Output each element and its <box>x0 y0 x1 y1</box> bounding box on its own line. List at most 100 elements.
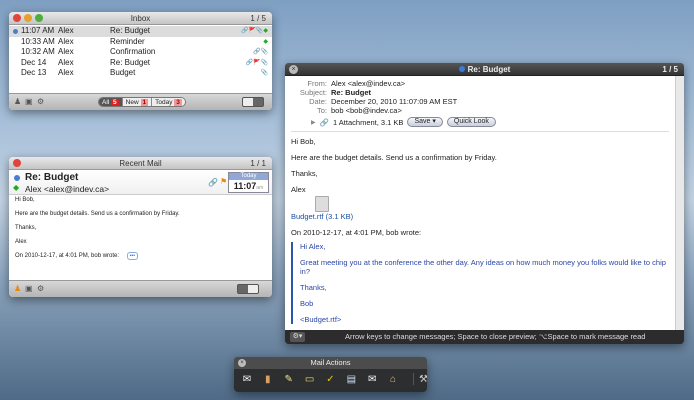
inbox-title: Inbox <box>130 14 151 23</box>
home-icon[interactable]: ⌂ <box>386 373 400 385</box>
mail-actions-titlebar[interactable]: × Mail Actions <box>234 357 427 369</box>
attachment-info: 1 Attachment, 3.1 KB <box>332 117 404 127</box>
mailbox-icon[interactable]: ✉ <box>365 373 379 385</box>
preview-scrollbar[interactable] <box>675 76 684 330</box>
attachment-link[interactable]: Budget.rtf (3.1 KB) <box>291 212 353 221</box>
filter-new[interactable]: New 1 <box>121 98 152 106</box>
quote-line[interactable]: <Budget.rtf> <box>300 315 669 324</box>
new-event-icon[interactable]: ▤ <box>344 373 358 385</box>
close-button[interactable] <box>13 14 21 22</box>
quote-line: Thanks, <box>300 283 327 292</box>
paperclip-icon: 🔗 <box>208 178 218 187</box>
notepad-icon[interactable]: ▮ <box>261 373 275 385</box>
recent-mail-window: Recent Mail 1 / 1 Re: Budget ◆ Alex <ale… <box>9 157 272 297</box>
header-value: bob <bob@indev.ca> <box>331 106 402 115</box>
actions-toolbar: ✉ ▮ ✎ ▭ ✓ ▤ ✉ ⌂ ⚒ <box>234 369 427 385</box>
message-row[interactable]: 10:33 AM Alex Reminder ◆ <box>9 37 272 48</box>
header-row: Subject: Re: Budget <box>293 88 669 97</box>
preview-titlebar[interactable]: × Re: Budget 1 / 5 <box>285 63 684 76</box>
windows-icon[interactable]: ▣ <box>25 97 33 106</box>
message-time: 10:32 AM <box>21 47 55 56</box>
close-icon[interactable]: × <box>238 359 246 367</box>
view-toggle[interactable] <box>237 284 259 294</box>
message-row[interactable]: Dec 13 Alex Budget 📎 <box>9 68 272 79</box>
message-subject: Re: Budget <box>110 57 151 67</box>
compose-note-icon[interactable]: ✎ <box>282 373 296 385</box>
quote-line: Great meeting you at the conference the … <box>300 258 666 276</box>
green-diamond-icon: ◆ <box>13 183 20 192</box>
zoom-button[interactable] <box>35 14 43 22</box>
date-badge: Today 11:07am <box>228 172 269 193</box>
body-line: Here are the budget details. Send us a c… <box>15 211 180 217</box>
unread-dot-icon <box>12 28 18 34</box>
quoted-message: Hi Alex, Great meeting you at the confer… <box>291 242 669 324</box>
preview-count: 1 / 5 <box>662 65 678 74</box>
unread-dot-icon <box>14 175 20 181</box>
message-body: Hi Bob, Here are the budget details. Sen… <box>291 137 669 324</box>
message-row[interactable]: 11:07 AM Alex Re: Budget 🔗🚩📎◆ <box>9 26 272 37</box>
body-line: Thanks, <box>291 169 318 178</box>
message-subject: Confirmation <box>110 47 156 56</box>
rtf-file-icon[interactable] <box>315 196 329 212</box>
header-row: To: bob <bob@indev.ca> <box>293 106 669 115</box>
inbox-bottom-bar: ♟ ▣ ⚙ All 5 New 1 Today 3 <box>9 93 272 110</box>
open-mail-icon[interactable]: ✉ <box>240 373 254 385</box>
tools-icon[interactable]: ⚒ <box>413 373 427 385</box>
message-subject: Budget <box>110 68 136 77</box>
gear-icon[interactable]: ⚙ <box>37 97 44 106</box>
body-line: Thanks, <box>15 225 37 231</box>
quote-line: Bob <box>300 299 314 308</box>
close-button[interactable] <box>13 159 21 167</box>
bell-icon[interactable]: ♟ <box>14 97 21 106</box>
quote-line: Hi Alex, <box>300 242 326 251</box>
status-text: Arrow keys to change messages; Space to … <box>345 332 646 341</box>
message-row[interactable]: 10:32 AM Alex Confirmation 🔗📎 <box>9 47 272 58</box>
recent-body: Hi Bob, Here are the budget details. Sen… <box>9 195 272 262</box>
show-quote-button[interactable]: ••• <box>126 252 138 260</box>
inbox-window: Inbox 1 / 5 11:07 AM Alex Re: Budget 🔗🚩📎… <box>9 12 272 110</box>
body-line: On 2010-12-17, at 4:01 PM, bob wrote: ••… <box>15 252 266 260</box>
body-line: Hi Bob, <box>291 137 316 146</box>
message-from: Alex <box>58 57 74 67</box>
filter-segment: All 5 New 1 Today 3 <box>98 97 186 107</box>
gear-icon[interactable]: ⚙ <box>37 284 44 293</box>
message-row[interactable]: Dec 14 Alex Re: Budget 🔗🚩📎 <box>9 58 272 69</box>
body-line: Here are the budget details. Send us a c… <box>291 153 497 162</box>
message-status-icons: 🔗🚩📎◆ <box>240 28 268 34</box>
header-value: December 20, 2010 11:07:09 AM EST <box>331 97 458 106</box>
bell-icon[interactable]: ♟ <box>14 284 21 293</box>
save-button[interactable]: Save ▾ <box>407 117 443 127</box>
message-status-icons: 📎 <box>260 70 268 76</box>
preview-status-bar: ⚙▾ Arrow keys to change messages; Space … <box>285 330 684 344</box>
recent-titlebar[interactable]: Recent Mail 1 / 1 <box>9 157 272 170</box>
checkmark-icon[interactable]: ✓ <box>324 373 338 385</box>
inbox-titlebar[interactable]: Inbox 1 / 5 <box>9 12 272 25</box>
mail-actions-panel: × Mail Actions ✉ ▮ ✎ ▭ ✓ ▤ ✉ ⌂ ⚒ <box>234 357 427 392</box>
preview-content: From: Alex <alex@indev.ca> Subject: Re: Bud… <box>285 76 675 330</box>
message-headers: From: Alex <alex@indev.ca> Subject: Re: Bud… <box>291 79 669 115</box>
body-line: Hi Bob, <box>15 197 35 203</box>
message-subject: Re: Budget <box>110 26 151 35</box>
attribution-line: On 2010-12-17, at 4:01 PM, bob wrote: <box>291 228 422 237</box>
mail-actions-title: Mail Actions <box>310 358 351 367</box>
flag-icon: ⚑ <box>220 177 228 186</box>
message-time: 10:33 AM <box>21 36 55 46</box>
inbox-count: 1 / 5 <box>250 14 266 23</box>
filter-all[interactable]: All 5 <box>99 98 122 106</box>
paperclip-icon: 🔗 <box>319 117 329 127</box>
message-subject: Reminder <box>110 36 145 46</box>
windows-icon[interactable]: ▣ <box>25 284 33 293</box>
view-toggle[interactable] <box>242 97 264 107</box>
gear-menu-button[interactable]: ⚙▾ <box>290 332 305 342</box>
message-status-icons: ◆ <box>263 38 268 45</box>
disclosure-triangle-icon[interactable]: ▶ <box>311 119 316 126</box>
sticky-note-icon[interactable]: ▭ <box>303 373 317 385</box>
message-from: Alex <box>58 36 74 46</box>
filter-today[interactable]: Today 3 <box>151 98 185 106</box>
quick-look-button[interactable]: Quick Look <box>446 117 496 127</box>
minimize-button[interactable] <box>24 14 32 22</box>
recent-bottom-bar: ♟ ▣ ⚙ <box>9 280 272 297</box>
close-icon[interactable]: × <box>289 65 298 74</box>
ampm: am <box>256 185 264 191</box>
body-line: Alex <box>291 185 306 194</box>
